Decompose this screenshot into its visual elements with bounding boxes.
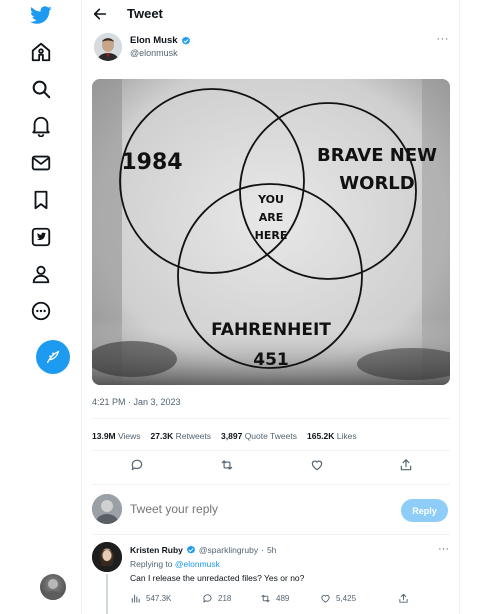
reply-share[interactable]: [398, 593, 409, 604]
explore-icon[interactable]: [29, 77, 53, 101]
bookmarks-icon[interactable]: [29, 188, 53, 212]
heart-icon: [311, 460, 323, 471]
separator: ·: [261, 545, 264, 555]
reply-input[interactable]: [130, 502, 390, 516]
views-stat[interactable]: 13.9M Views: [92, 431, 141, 441]
reply-author-name[interactable]: Kristen Ruby: [130, 545, 183, 555]
share-icon: [400, 459, 412, 471]
tweet-more-button[interactable]: ···: [437, 33, 450, 45]
more-circle-icon[interactable]: [29, 299, 53, 323]
reply-views[interactable]: 547.3K: [130, 593, 171, 604]
label-fahrenheit: FAHRENHEIT: [211, 320, 331, 340]
venn-diagram-image: 1984 BRAVE NEW WORLD YOU ARE HERE FAHREN…: [92, 79, 450, 385]
main-column: Tweet Elon Musk @elonmusk ··· 1984 BRAVE…: [82, 0, 460, 614]
share-action[interactable]: [399, 458, 415, 474]
tweet-actions: [92, 458, 450, 478]
arrow-left-icon: [93, 8, 107, 20]
like-action[interactable]: [310, 458, 326, 474]
back-button[interactable]: [91, 5, 109, 23]
likes-stat[interactable]: 165.2K Likes: [307, 431, 357, 441]
verified-badge-icon: [186, 545, 195, 554]
replying-mention[interactable]: @elonmusk: [175, 559, 220, 569]
page-header: Tweet: [82, 0, 460, 28]
reply-text: Can I release the unredacted files? Yes …: [130, 573, 305, 583]
notifications-icon[interactable]: [29, 114, 53, 138]
divider: [92, 534, 450, 535]
reply-header: Kristen Ruby @sparklingruby · 5h: [130, 545, 276, 555]
tweet-image[interactable]: 1984 BRAVE NEW WORLD YOU ARE HERE FAHREN…: [92, 79, 450, 385]
reply-author-avatar[interactable]: [92, 542, 122, 572]
label-brave-new: BRAVE NEW: [317, 145, 437, 166]
label-you: YOU: [257, 193, 284, 206]
compose-tweet-button[interactable]: [36, 340, 70, 374]
reply-likes[interactable]: 5,425: [320, 593, 356, 604]
reply-more-button[interactable]: ···: [438, 543, 449, 555]
composer-avatar: [92, 494, 122, 524]
author-name[interactable]: Elon Musk: [130, 35, 178, 46]
reply-icon: [203, 594, 212, 603]
retweet-icon: [261, 594, 270, 603]
messages-icon[interactable]: [29, 151, 53, 175]
compose-tweet-icon: [47, 350, 60, 363]
sidebar: [0, 0, 82, 614]
twitter-logo-icon[interactable]: [29, 3, 53, 27]
retweet-icon: [221, 460, 233, 470]
share-icon: [399, 593, 408, 603]
tweet-stats: 13.9M Views 27.3K Retweets 3,897 Quote T…: [92, 431, 357, 441]
quote-tweets-stat[interactable]: 3,897 Quote Tweets: [221, 431, 297, 441]
author-avatar[interactable]: [94, 33, 122, 61]
analytics-icon: [131, 594, 140, 603]
verified-badge-icon: [181, 36, 190, 45]
label-are: ARE: [259, 211, 284, 224]
reply-icon: [131, 459, 143, 471]
account-avatar[interactable]: [40, 574, 66, 600]
profile-icon[interactable]: [29, 262, 53, 286]
label-here: HERE: [255, 229, 288, 242]
replying-to: Replying to @elonmusk: [130, 559, 220, 569]
tweet-timestamp[interactable]: 4:21 PM · Jan 3, 2023: [92, 397, 181, 407]
replying-prefix: Replying to: [130, 559, 173, 569]
label-451: 451: [253, 350, 289, 370]
page-title: Tweet: [127, 6, 163, 21]
label-world: WORLD: [339, 173, 414, 194]
author-handle[interactable]: @elonmusk: [130, 48, 178, 58]
reply-action[interactable]: [130, 458, 146, 474]
reply-time[interactable]: 5h: [267, 545, 276, 555]
heart-icon: [321, 594, 330, 603]
reply-retweets[interactable]: 489: [260, 593, 289, 604]
divider: [92, 484, 450, 485]
divider: [92, 418, 450, 419]
reply-replies[interactable]: 218: [202, 593, 231, 604]
twitter-blue-icon[interactable]: [29, 225, 53, 249]
divider: [92, 450, 450, 451]
retweet-action[interactable]: [220, 458, 236, 474]
author-name-row: Elon Musk: [130, 35, 191, 46]
reply-author-handle[interactable]: @sparklingruby: [199, 545, 258, 555]
label-1984: 1984: [121, 150, 182, 175]
thread-line: [106, 574, 108, 614]
reply-button[interactable]: Reply: [401, 499, 448, 522]
retweets-stat[interactable]: 27.3K Retweets: [151, 431, 212, 441]
home-icon[interactable]: [29, 40, 53, 64]
